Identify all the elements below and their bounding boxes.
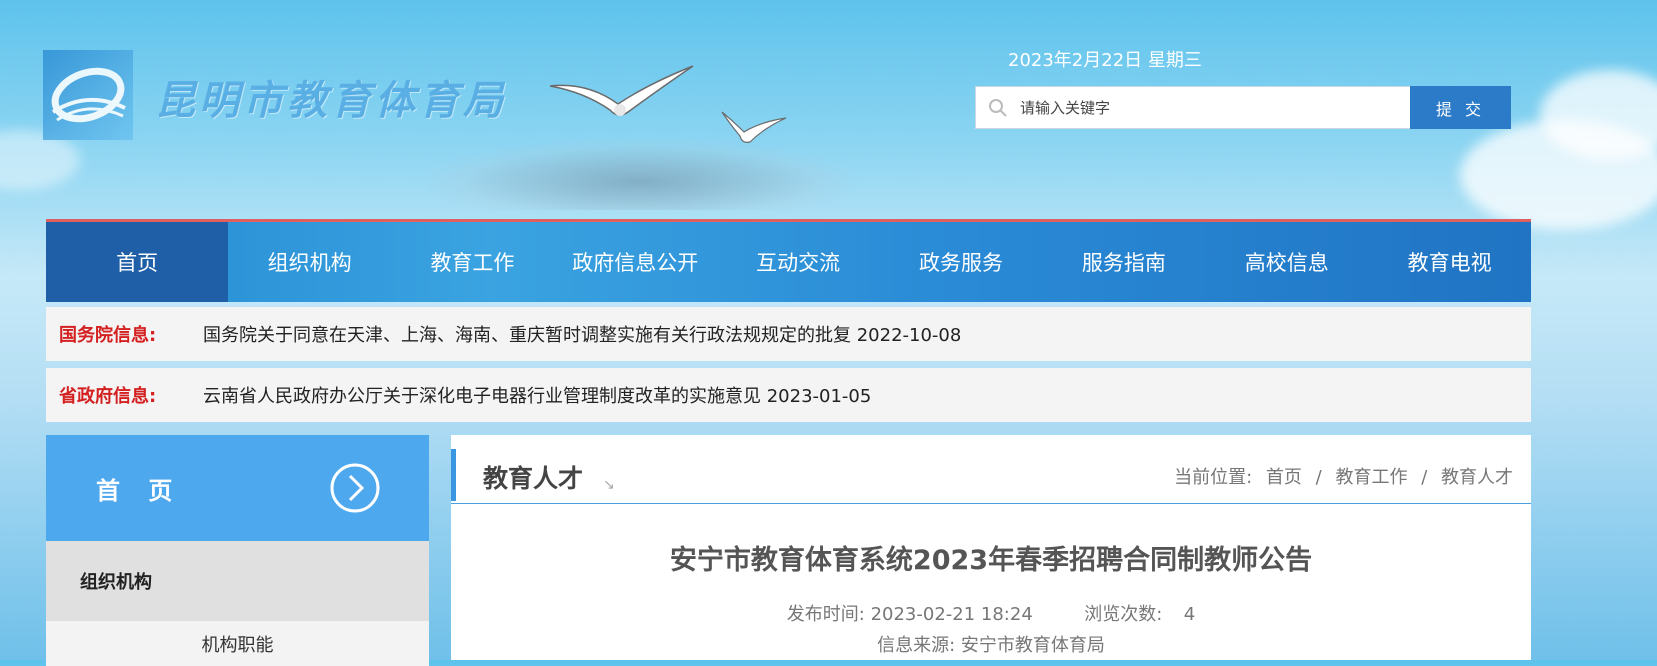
search-box <box>975 86 1410 129</box>
breadcrumb-home[interactable]: 首页 <box>1266 467 1302 488</box>
ticker-link[interactable]: 国务院关于同意在天津、上海、海南、重庆暂时调整实施有关行政法规规定的批复 202… <box>203 321 961 347</box>
source-label: 信息来源: <box>877 635 956 656</box>
nav-item-education-work[interactable]: 教育工作 <box>391 222 554 302</box>
sidebar-home[interactable]: 首 页 <box>46 435 429 541</box>
ticker-label: 国务院信息: <box>59 325 157 346</box>
nav-item-interaction[interactable]: 互动交流 <box>717 222 880 302</box>
breadcrumb: 当前位置: 首页 / 教育工作 / 教育人才 <box>1170 463 1517 489</box>
nav-item-organization[interactable]: 组织机构 <box>228 222 391 302</box>
section-accent-bar <box>451 449 456 501</box>
nav-item-gov-services[interactable]: 政务服务 <box>880 222 1043 302</box>
gull-icon <box>549 65 694 116</box>
article-meta: 发布时间: 2023-02-21 18:24 浏览次数: 4 <box>451 600 1531 626</box>
ticker-state-council: 国务院信息: 国务院关于同意在天津、上海、海南、重庆暂时调整实施有关行政法规规定… <box>46 307 1531 361</box>
site-logo-icon[interactable] <box>43 50 133 140</box>
nav-item-education-tv[interactable]: 教育电视 <box>1368 222 1531 302</box>
nav-item-home[interactable]: 首页 <box>46 222 229 302</box>
ticker-province: 省政府信息: 云南省人民政府办公厅关于深化电子电器行业管理制度改革的实施意见 2… <box>46 368 1531 422</box>
ticker-link[interactable]: 云南省人民政府办公厅关于深化电子电器行业管理制度改革的实施意见 2023-01-… <box>203 382 871 408</box>
sidebar-subitem-functions[interactable]: 机构职能 <box>46 621 429 666</box>
publish-label: 发布时间: <box>786 604 865 625</box>
gull-icon <box>721 111 787 143</box>
site-name[interactable]: 昆明市教育体育局 <box>155 68 507 126</box>
views-label: 浏览次数: <box>1084 604 1163 625</box>
search-bar: 提 交 <box>975 86 1511 129</box>
breadcrumb-separator: / <box>1421 467 1428 488</box>
source-value: 安宁市教育体育局 <box>960 635 1105 656</box>
breadcrumb-education-work[interactable]: 教育工作 <box>1335 467 1407 488</box>
current-date: 2023年2月22日 星期三 <box>1008 50 1202 71</box>
nav-item-gov-info[interactable]: 政府信息公开 <box>554 222 717 302</box>
search-icon <box>989 98 1007 117</box>
sidebar-item-organization[interactable]: 组织机构 <box>46 541 429 621</box>
corner-arrow-icon: ↘ <box>603 477 615 493</box>
mountain-decoration <box>430 140 850 210</box>
breadcrumb-education-talent[interactable]: 教育人才 <box>1441 467 1513 488</box>
article-title: 安宁市教育体育系统2023年春季招聘合同制教师公告 <box>669 545 1313 576</box>
main-nav: 首页 组织机构 教育工作 政府信息公开 互动交流 政务服务 服务指南 高校信息 … <box>46 219 1531 302</box>
nav-item-service-guide[interactable]: 服务指南 <box>1042 222 1205 302</box>
publish-time: 2023-02-21 18:24 <box>870 604 1033 625</box>
nav-item-universities[interactable]: 高校信息 <box>1205 222 1368 302</box>
breadcrumb-prefix: 当前位置: <box>1174 467 1253 488</box>
sidebar-home-label: 首 页 <box>96 476 183 505</box>
search-input[interactable] <box>1018 97 1402 118</box>
sidebar: 首 页 组织机构 机构职能 <box>46 435 429 666</box>
chevron-right-circle-icon[interactable] <box>329 462 381 514</box>
submit-button[interactable]: 提 交 <box>1410 86 1511 129</box>
views-count: 4 <box>1183 604 1196 625</box>
section-header: 教育人才 ↘ 当前位置: 首页 / 教育工作 / 教育人才 <box>451 435 1531 504</box>
section-title: 教育人才 <box>483 464 584 493</box>
article-source: 信息来源: 安宁市教育体育局 <box>451 631 1531 657</box>
main-content: 教育人才 ↘ 当前位置: 首页 / 教育工作 / 教育人才 安宁市教育体育系统2… <box>451 435 1531 660</box>
breadcrumb-separator: / <box>1315 467 1322 488</box>
ticker-label: 省政府信息: <box>59 386 157 407</box>
